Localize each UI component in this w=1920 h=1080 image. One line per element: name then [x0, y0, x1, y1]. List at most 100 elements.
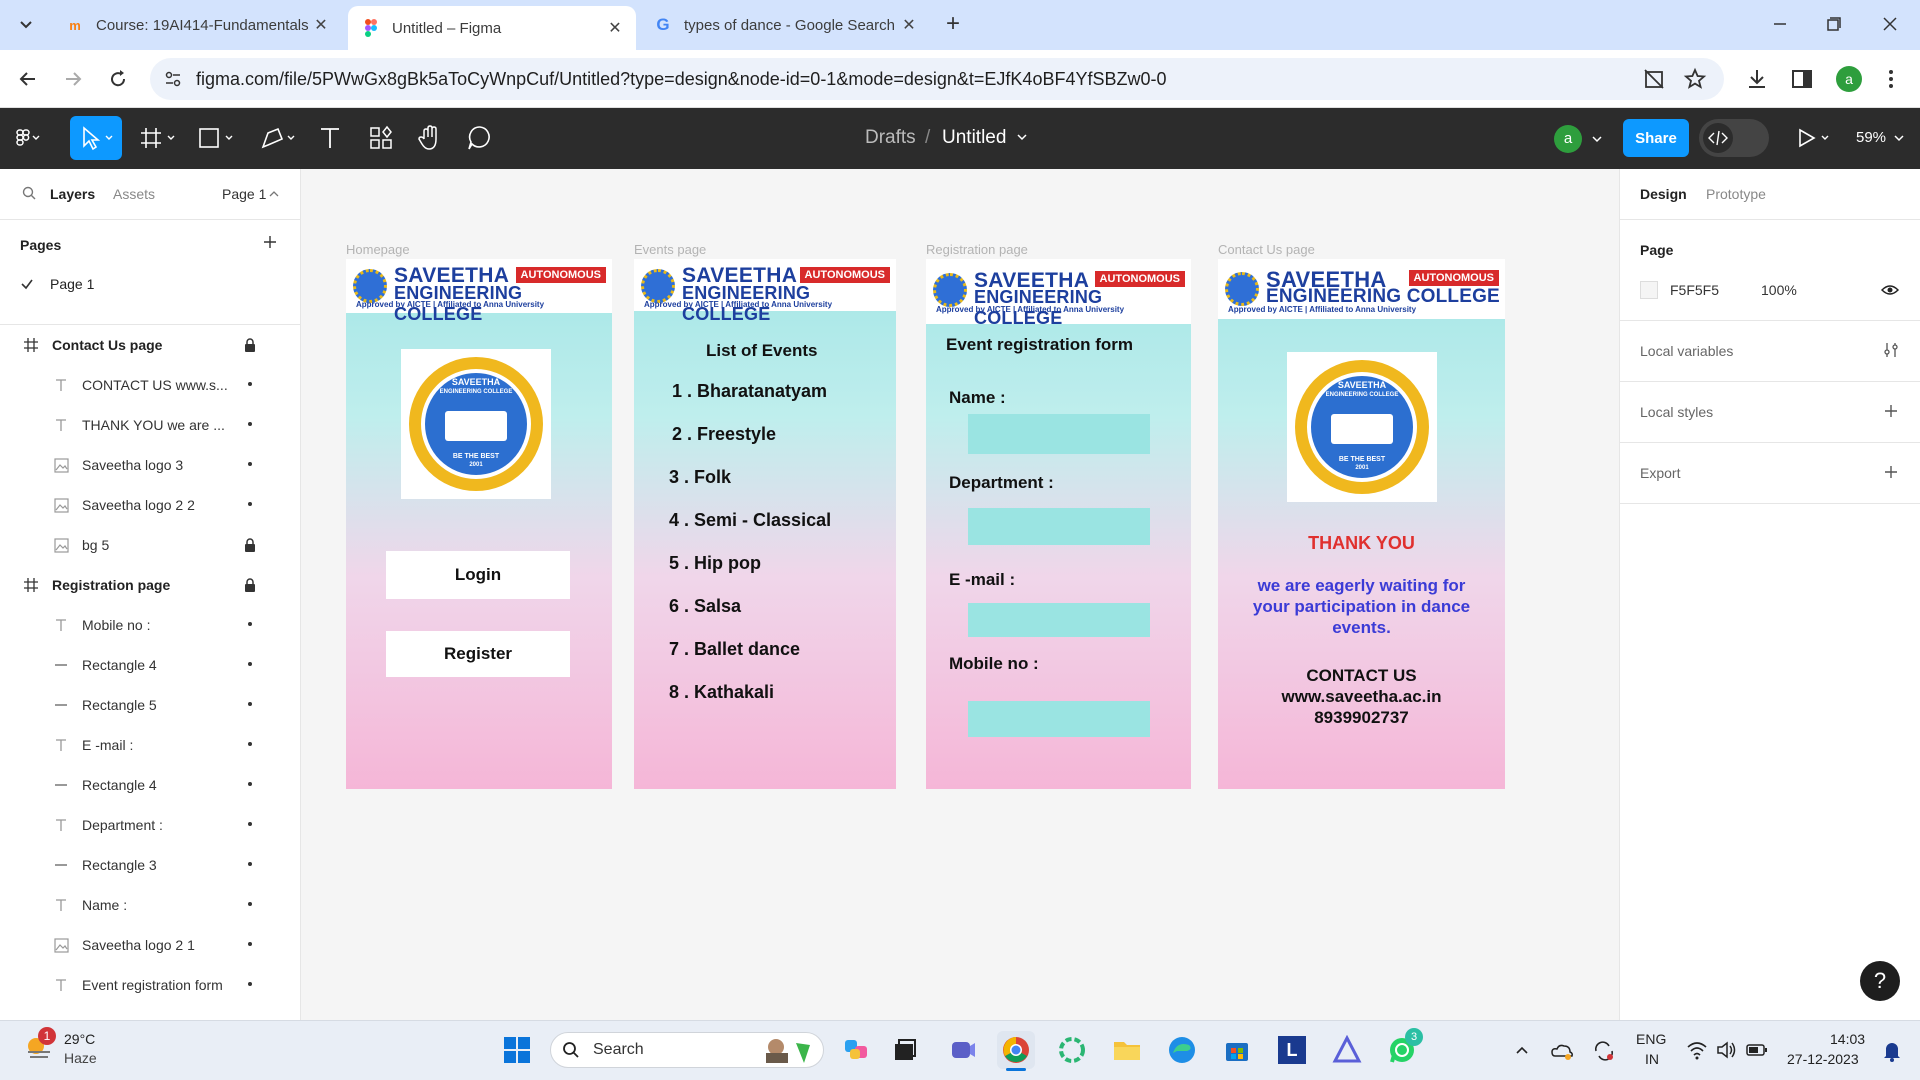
onedrive-icon[interactable] [1550, 1040, 1574, 1062]
present-play-icon[interactable] [1796, 126, 1836, 150]
frame-label-events[interactable]: Events page [634, 242, 706, 257]
file-menu-chevron-icon[interactable] [1015, 130, 1029, 144]
local-styles-label[interactable]: Local styles [1640, 404, 1713, 420]
name-field[interactable] [968, 414, 1150, 454]
windows-start-icon[interactable] [498, 1031, 536, 1069]
clock-date[interactable]: 27-12-2023 [1787, 1051, 1859, 1067]
tab-design[interactable]: Design [1640, 186, 1687, 202]
region-indicator[interactable]: IN [1645, 1051, 1659, 1067]
zoom-chevron-icon[interactable] [1892, 131, 1906, 145]
figma-menu-icon[interactable] [10, 120, 46, 156]
frame-label-registration[interactable]: Registration page [926, 242, 1028, 257]
layer-row[interactable]: Rectangle 5 [0, 685, 300, 725]
lock-icon[interactable] [244, 578, 256, 592]
layer-frame-row[interactable]: Registration page [0, 565, 300, 605]
homepage-frame[interactable]: SAVEETHA ENGINEERING COLLEGE AUTONOMOUS … [346, 259, 612, 789]
weather-desc[interactable]: Haze [64, 1050, 97, 1066]
lock-icon[interactable] [244, 338, 256, 352]
close-tab-icon[interactable]: ✕ [604, 18, 626, 38]
layer-row[interactable]: Rectangle 3 [0, 845, 300, 885]
chrome-icon[interactable] [997, 1031, 1035, 1069]
close-window-icon[interactable] [1880, 14, 1900, 34]
layer-row[interactable]: Rectangle 4 [0, 765, 300, 805]
url-text[interactable]: figma.com/file/5PWwGx8gBk5aToCyWnpCuf/Un… [196, 69, 1167, 90]
layers-search-icon[interactable] [22, 186, 36, 200]
page-color-swatch[interactable] [1640, 281, 1658, 299]
layer-row[interactable]: Event registration form [0, 965, 300, 1005]
new-tab-icon[interactable]: + [940, 12, 966, 38]
visibility-eye-icon[interactable] [1881, 282, 1899, 298]
contact-frame[interactable]: SAVEETHA ENGINEERING COLLEGE AUTONOMOUS … [1218, 259, 1505, 789]
restore-icon[interactable] [1823, 14, 1843, 34]
weather-temp[interactable]: 29°C [64, 1031, 95, 1047]
shape-tool-icon[interactable] [196, 120, 244, 156]
layer-row[interactable]: Department : [0, 805, 300, 845]
folder-icon[interactable] [1108, 1031, 1146, 1069]
tracking-blocked-icon[interactable] [1642, 67, 1666, 91]
store-icon[interactable] [1218, 1031, 1256, 1069]
l-app-icon[interactable]: L [1273, 1031, 1311, 1069]
minimize-icon[interactable] [1770, 14, 1790, 34]
page-selector-chevron-icon[interactable] [268, 188, 280, 200]
language-indicator[interactable]: ENG [1636, 1031, 1666, 1047]
move-tool-button[interactable] [70, 116, 122, 160]
tab-layers[interactable]: Layers [50, 186, 95, 202]
layer-row[interactable]: Rectangle 4 [0, 645, 300, 685]
tab-search-icon[interactable] [12, 10, 40, 38]
ring-app-icon[interactable] [1053, 1031, 1091, 1069]
share-button[interactable]: Share [1623, 119, 1689, 157]
page-opacity[interactable]: 100% [1761, 282, 1797, 298]
notification-bell-icon[interactable] [1882, 1040, 1902, 1062]
forward-icon[interactable] [61, 67, 85, 91]
lock-icon[interactable] [244, 538, 256, 552]
breadcrumb-drafts[interactable]: Drafts [865, 127, 916, 149]
layer-row[interactable]: THANK YOU we are ... [0, 405, 300, 445]
dev-mode-toggle[interactable] [1699, 119, 1769, 157]
layer-frame-row[interactable]: Contact Us page [0, 325, 300, 365]
email-field[interactable] [968, 603, 1150, 637]
local-variables-label[interactable]: Local variables [1640, 343, 1733, 359]
add-page-icon[interactable] [262, 234, 278, 250]
tab-course[interactable]: m Course: 19AI414-Fundamentals ✕ [52, 6, 342, 44]
multiplayer-chevron-icon[interactable] [1590, 132, 1604, 146]
help-button[interactable]: ? [1860, 961, 1900, 1001]
tab-assets[interactable]: Assets [113, 186, 155, 202]
download-icon[interactable] [1745, 67, 1769, 91]
add-style-icon[interactable] [1883, 403, 1899, 419]
volume-icon[interactable] [1716, 1040, 1738, 1060]
side-panel-icon[interactable] [1790, 67, 1814, 91]
register-button[interactable]: Register [386, 631, 570, 677]
file-manager-icon[interactable] [886, 1031, 924, 1069]
wifi-icon[interactable] [1686, 1040, 1708, 1060]
tab-google[interactable]: G types of dance - Google Search ✕ [640, 6, 930, 44]
site-settings-icon[interactable] [164, 70, 182, 88]
mobile-field[interactable] [968, 701, 1150, 737]
battery-icon[interactable] [1746, 1042, 1768, 1058]
figma-user-avatar[interactable]: a [1554, 125, 1582, 153]
copilot-icon[interactable] [838, 1031, 876, 1069]
frame-label-homepage[interactable]: Homepage [346, 242, 410, 257]
bookmark-star-icon[interactable] [1683, 67, 1707, 91]
layer-row[interactable]: Saveetha logo 2 1 [0, 925, 300, 965]
export-label[interactable]: Export [1640, 465, 1680, 481]
clock-time[interactable]: 14:03 [1830, 1031, 1865, 1047]
layer-row[interactable]: CONTACT US www.s... [0, 365, 300, 405]
back-icon[interactable] [16, 67, 40, 91]
layer-row[interactable]: E -mail : [0, 725, 300, 765]
department-field[interactable] [968, 508, 1150, 545]
reload-icon[interactable] [106, 67, 130, 91]
layer-row[interactable]: bg 5 [0, 525, 300, 565]
layer-row[interactable]: Saveetha logo 2 2 [0, 485, 300, 525]
events-frame[interactable]: SAVEETHA ENGINEERING COLLEGE AUTONOMOUS … [634, 259, 896, 789]
frame-label-contact[interactable]: Contact Us page [1218, 242, 1315, 257]
close-tab-icon[interactable]: ✕ [898, 15, 920, 35]
close-tab-icon[interactable]: ✕ [310, 15, 332, 35]
variables-settings-icon[interactable] [1882, 341, 1900, 359]
browser-menu-icon[interactable] [1886, 67, 1896, 91]
triangle-app-icon[interactable] [1328, 1031, 1366, 1069]
tray-overflow-icon[interactable] [1514, 1042, 1530, 1058]
tab-prototype[interactable]: Prototype [1706, 186, 1766, 202]
profile-avatar[interactable]: a [1836, 66, 1862, 92]
layer-row[interactable]: Name : [0, 885, 300, 925]
text-tool-icon[interactable] [312, 120, 348, 156]
